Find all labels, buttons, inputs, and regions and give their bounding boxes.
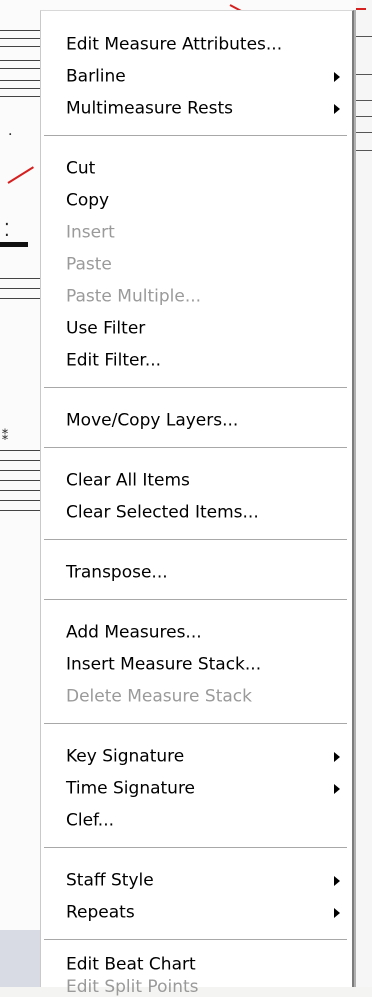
menu-item-label: Insert [66, 222, 115, 243]
staff-line [0, 46, 40, 47]
staff-line [0, 298, 40, 299]
menu-separator [44, 135, 347, 137]
menu-item-label: Edit Beat Chart [66, 954, 196, 975]
menu-item-clear-all-items[interactable]: Clear All Items [41, 463, 352, 499]
submenu-arrow-icon [334, 104, 340, 114]
menu-item-key-signature[interactable]: Key Signature [41, 739, 352, 775]
menu-item-label: Clear All Items [66, 470, 190, 491]
menu-separator [44, 847, 347, 849]
submenu-arrow-icon [334, 784, 340, 794]
menu-separator [44, 599, 347, 601]
menu-separator [44, 539, 347, 541]
menu-item-label: Move/Copy Layers... [66, 410, 239, 431]
menu-item-edit-filter[interactable]: Edit Filter... [41, 343, 352, 379]
score-background-top [40, 0, 356, 17]
staff-line [0, 490, 40, 491]
menu-item-insert: Insert [41, 215, 352, 251]
measure-context-menu: Edit Measure Attributes... Barline Multi… [40, 10, 354, 996]
menu-item-insert-measure-stack[interactable]: Insert Measure Stack... [41, 647, 352, 683]
notation-glyph: ⁚ [4, 220, 10, 241]
score-background-right [356, 0, 372, 987]
menu-item-label: Repeats [66, 902, 135, 923]
staff-line [0, 68, 40, 69]
menu-item-edit-measure-attributes[interactable]: Edit Measure Attributes... [41, 27, 352, 63]
menu-item-label: Key Signature [66, 746, 185, 767]
menu-item-label: Edit Measure Attributes... [66, 34, 283, 55]
staff-line [0, 450, 40, 451]
score-background-left: . ⁚ ⁑ [0, 0, 40, 987]
menu-item-label: Insert Measure Stack... [66, 654, 262, 675]
staff-line [0, 510, 40, 511]
menu-item-label: Delete Measure Stack [66, 686, 252, 707]
menu-item-add-measures[interactable]: Add Measures... [41, 615, 352, 651]
menu-item-repeats[interactable]: Repeats [41, 895, 352, 931]
staff-line [0, 278, 40, 279]
staff-line [356, 150, 372, 151]
annotation-mark [356, 8, 366, 10]
menu-item-label: Edit Split Points [66, 977, 199, 997]
staff-line [0, 500, 40, 501]
menu-item-multimeasure-rests[interactable]: Multimeasure Rests [41, 91, 352, 127]
menu-item-transpose[interactable]: Transpose... [41, 555, 352, 591]
staff-line [0, 288, 40, 289]
menu-separator [44, 723, 347, 725]
menu-item-label: Multimeasure Rests [66, 98, 233, 119]
submenu-arrow-icon [334, 752, 340, 762]
menu-item-label: Paste [66, 254, 112, 275]
menu-item-copy[interactable]: Copy [41, 183, 352, 219]
menu-item-label: Barline [66, 66, 126, 87]
menu-item-label: Clear Selected Items... [66, 502, 259, 523]
menu-item-move-copy-layers[interactable]: Move/Copy Layers... [41, 403, 352, 439]
menu-item-label: Use Filter [66, 318, 146, 339]
staff-line [0, 60, 40, 61]
staff-line [0, 80, 40, 81]
submenu-arrow-icon [334, 908, 340, 918]
staff-line [356, 36, 372, 37]
menu-item-time-signature[interactable]: Time Signature [41, 771, 352, 807]
menu-item-label: Staff Style [66, 870, 154, 891]
staff-line [0, 30, 40, 31]
menu-item-label: Clef... [66, 810, 115, 831]
menu-item-label: Time Signature [66, 778, 196, 799]
staff-line [0, 96, 40, 97]
submenu-arrow-icon [334, 876, 340, 886]
menu-item-label: Edit Filter... [66, 350, 162, 371]
staff-line [0, 470, 40, 471]
staff-line [356, 74, 372, 75]
menu-separator [44, 387, 347, 389]
menu-item-label: Paste Multiple... [66, 286, 202, 307]
beam-mark [0, 242, 28, 247]
horizontal-scrollbar-area [0, 930, 40, 987]
menu-item-label: Cut [66, 158, 96, 179]
staff-line [0, 460, 40, 461]
menu-item-cut[interactable]: Cut [41, 151, 352, 187]
menu-item-clear-selected-items[interactable]: Clear Selected Items... [41, 495, 352, 531]
menu-item-staff-style[interactable]: Staff Style [41, 863, 352, 899]
staff-line [356, 132, 372, 133]
menu-item-label: Add Measures... [66, 622, 202, 643]
staff-line [356, 116, 372, 117]
menu-separator [44, 447, 347, 449]
menu-item-label: Copy [66, 190, 110, 211]
staff-line [0, 88, 40, 89]
menu-item-delete-measure-stack: Delete Measure Stack [41, 679, 352, 715]
staff-line [356, 100, 372, 101]
notation-glyph: ⁑ [2, 429, 8, 443]
menu-item-barline[interactable]: Barline [41, 59, 352, 95]
menu-item-paste-multiple: Paste Multiple... [41, 279, 352, 315]
menu-item-label: Transpose... [66, 562, 168, 583]
staff-line [0, 38, 40, 39]
menu-separator [44, 939, 347, 941]
submenu-arrow-icon [334, 72, 340, 82]
menu-item-use-filter[interactable]: Use Filter [41, 311, 352, 347]
staff-line [0, 480, 40, 481]
notation-glyph: . [8, 123, 13, 139]
menu-item-clef[interactable]: Clef... [41, 803, 352, 839]
annotation-mark [7, 166, 34, 184]
menu-item-paste: Paste [41, 247, 352, 283]
